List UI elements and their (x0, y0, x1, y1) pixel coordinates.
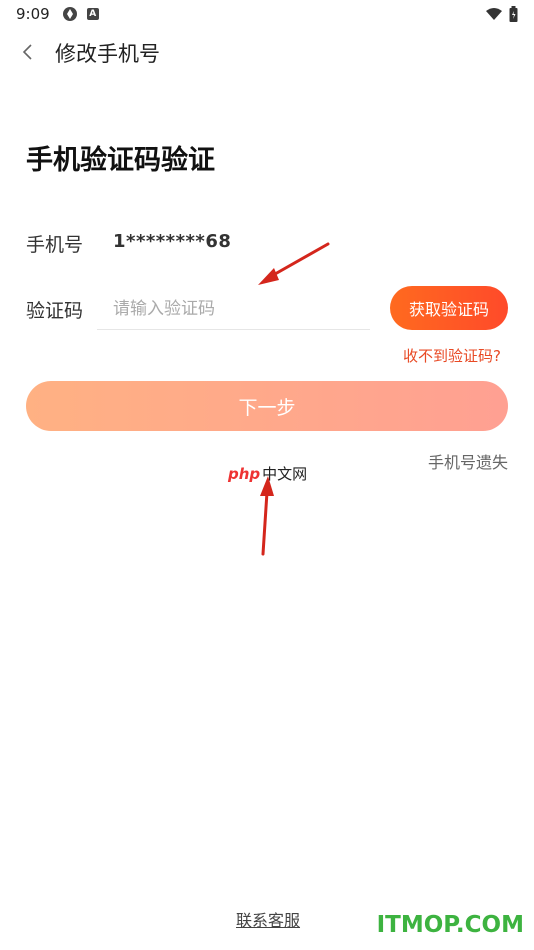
sync-icon (62, 7, 77, 21)
no-code-link[interactable]: 收不到验证码? (403, 345, 501, 366)
wifi-icon (486, 8, 502, 20)
get-code-button[interactable]: 获取验证码 (390, 286, 508, 330)
annotation-arrow-icon (260, 476, 274, 556)
lost-phone-link[interactable]: 手机号遗失 (428, 449, 508, 473)
a-badge-icon: A (86, 8, 99, 20)
app-screen: 9:09 A 修改手机号 手机验证码验证 手机号 1********68 验证码 (0, 0, 534, 950)
phone-label: 手机号 (26, 234, 84, 256)
code-label: 验证码 (26, 300, 84, 322)
status-bar: 9:09 A (0, 0, 534, 28)
site-watermark-logo: ITMOP.COM (376, 912, 524, 938)
section-title: 手机验证码验证 (26, 145, 215, 176)
status-time: 9:09 (16, 5, 50, 23)
back-arrow-icon[interactable] (18, 42, 38, 62)
header: 修改手机号 (0, 30, 534, 74)
next-button[interactable]: 下一步 (26, 381, 508, 431)
verification-code-input[interactable] (97, 288, 370, 330)
contact-service-link[interactable]: 联系客服 (236, 907, 300, 931)
annotation-arrow-icon (258, 242, 330, 285)
status-right (485, 6, 518, 22)
phone-value: 1********68 (113, 231, 232, 252)
page-title: 修改手机号 (55, 42, 160, 66)
battery-icon (509, 6, 518, 22)
